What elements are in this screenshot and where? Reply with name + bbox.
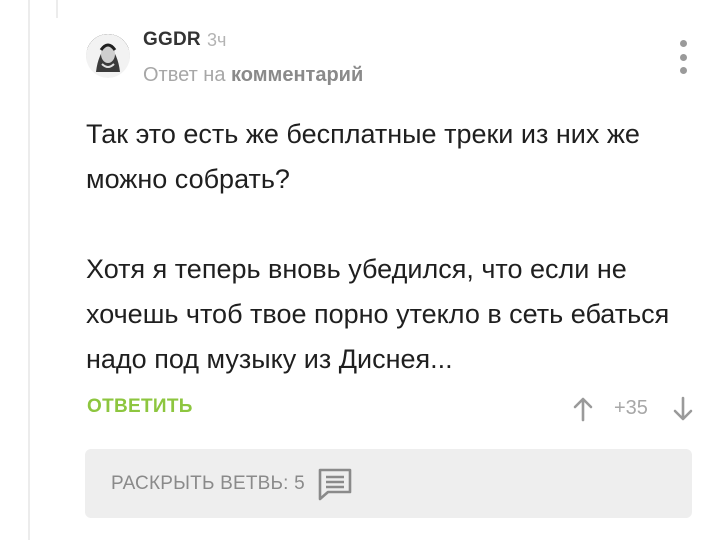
avatar-image [86, 34, 130, 78]
reply-to-prefix: Ответ на [143, 64, 226, 86]
avatar[interactable] [86, 34, 130, 78]
more-vertical-icon[interactable] [674, 40, 692, 74]
expand-branch-label: РАСКРЫТЬ ВЕТВЬ: 5 [111, 472, 305, 494]
arrow-up-icon[interactable] [568, 394, 598, 424]
reply-to-line: Ответ на комментарий [143, 64, 363, 87]
comment-icon [318, 468, 352, 500]
rating-count: +35 [614, 397, 648, 419]
expand-branch-button[interactable]: РАСКРЫТЬ ВЕТВЬ: 5 [85, 449, 692, 518]
comment-paragraph: Хотя я теперь вновь убедился, что если н… [86, 254, 670, 374]
comment-time: 3ч [207, 30, 227, 50]
thread-line [28, 0, 30, 540]
reply-to-link[interactable]: комментарий [231, 64, 363, 86]
arrow-down-icon[interactable] [668, 394, 698, 424]
comment-author[interactable]: GGDR [143, 29, 201, 51]
comment-paragraph: Так это есть же бесплатные треки из них … [86, 119, 640, 194]
reply-button[interactable]: ОТВЕТИТЬ [87, 396, 193, 418]
comment-body: Так это есть же бесплатные треки из них … [86, 112, 686, 382]
thread-line-parent [56, 0, 58, 18]
